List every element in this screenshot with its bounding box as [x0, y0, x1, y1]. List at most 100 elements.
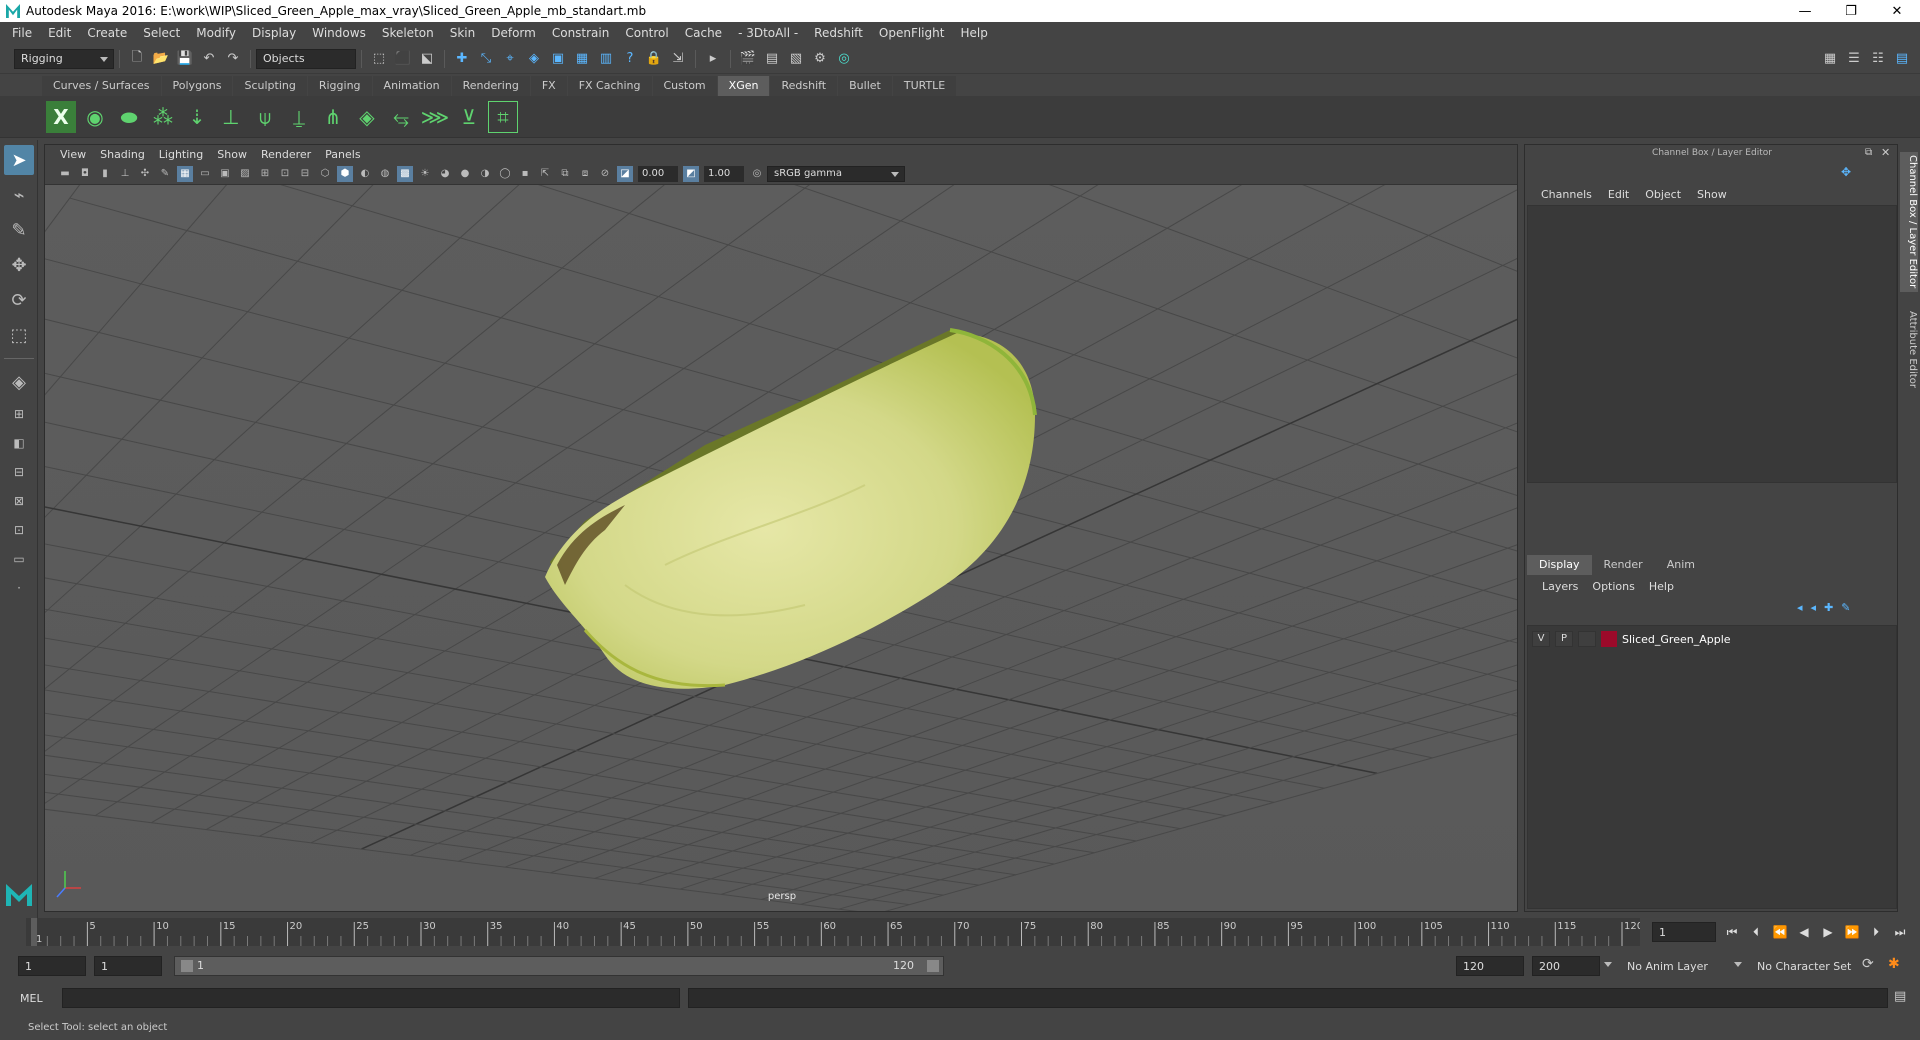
exposure-field[interactable]: 0.00	[638, 165, 678, 182]
viewport-menu-view[interactable]: View	[53, 148, 93, 161]
shelf-tab-custom[interactable]: Custom	[652, 76, 717, 96]
bookmark-icon[interactable]: ▮	[97, 166, 113, 182]
chevron-down-icon[interactable]	[1604, 962, 1612, 967]
selection-mode-dropdown[interactable]: Objects	[256, 48, 356, 69]
shelf-tab-fx-caching[interactable]: FX Caching	[567, 76, 652, 96]
minimize-button[interactable]: —	[1782, 0, 1828, 22]
xgen-groom-icon[interactable]: ⋙	[420, 101, 450, 133]
motion-blur-icon[interactable]: ●	[457, 166, 473, 182]
animation-preferences-icon[interactable]: ✱	[1888, 956, 1900, 972]
play-forwards-icon[interactable]: ▶	[1816, 920, 1840, 944]
camera-attributes-icon[interactable]: ◘	[77, 166, 93, 182]
menu-3dtoall[interactable]: - 3DtoAll -	[730, 22, 806, 44]
resolution-gate-icon[interactable]: ▣	[217, 166, 233, 182]
workspace-icon[interactable]: ▦	[1820, 49, 1840, 69]
layer-row[interactable]: V P Sliced_Green_Apple	[1532, 630, 1892, 648]
menu-skin[interactable]: Skin	[442, 22, 484, 44]
go-to-end-icon[interactable]: ⏭	[1888, 920, 1912, 944]
anim-layer-dropdown[interactable]: No Anim Layer	[1620, 956, 1740, 976]
xgen-preview-icon[interactable]: ◉	[80, 101, 110, 133]
field-chart-icon[interactable]: ⊞	[257, 166, 273, 182]
snap-help-icon[interactable]: ?	[620, 49, 640, 69]
grid-icon[interactable]: ▦	[177, 165, 193, 182]
viewport-menu-renderer[interactable]: Renderer	[254, 148, 318, 161]
menu-select[interactable]: Select	[135, 22, 188, 44]
current-frame-marker[interactable]	[31, 918, 37, 946]
snap-view-plane-icon[interactable]: ◈	[524, 49, 544, 69]
step-back-key-icon[interactable]: ⏪	[1768, 920, 1792, 944]
restore-button[interactable]: ❐	[1828, 0, 1874, 22]
side-tab-channel-box[interactable]: Channel Box / Layer Editor	[1900, 152, 1918, 292]
smooth-shade-icon[interactable]: ⬢	[337, 165, 353, 182]
xray-joints-icon[interactable]: ⧉	[557, 166, 573, 182]
new-layer-from-selection-icon[interactable]: ✎	[1841, 601, 1850, 614]
show-manipulator-icon[interactable]: ✥	[1841, 165, 1851, 179]
ipr-render-icon[interactable]: ▧	[786, 49, 806, 69]
go-to-start-icon[interactable]: ⏮	[1720, 920, 1744, 944]
menu-windows[interactable]: Windows	[304, 22, 374, 44]
range-start-handle[interactable]	[181, 960, 193, 972]
xgen-add-guide-icon[interactable]: ⁂	[148, 101, 178, 133]
scale-tool-icon[interactable]: ⬚	[4, 320, 34, 350]
xgen-description-icon[interactable]: ⬬	[114, 101, 144, 133]
select-by-component-icon[interactable]: ⬕	[417, 49, 437, 69]
shelf-tab-redshift[interactable]: Redshift	[770, 76, 838, 96]
xgen-toggle-icon[interactable]: ⌗	[488, 100, 518, 133]
step-forward-frame-icon[interactable]: ⏵	[1864, 920, 1888, 944]
channel-box-menu-show[interactable]: Show	[1689, 188, 1735, 201]
select-by-hierarchy-icon[interactable]: ⬚	[369, 49, 389, 69]
channel-box-toggle-icon[interactable]: ▤	[1892, 49, 1912, 69]
layer-color-swatch[interactable]	[1601, 631, 1617, 647]
menu-cache[interactable]: Cache	[677, 22, 730, 44]
layer-display-type-toggle[interactable]	[1578, 631, 1596, 647]
xgen-flatten-icon[interactable]: ⊻	[454, 101, 484, 133]
xgen-rotate-guide-icon[interactable]: ⍦	[250, 101, 280, 133]
new-layer-icon[interactable]: ✚	[1824, 601, 1833, 614]
color-management-icon[interactable]: ◎	[749, 166, 765, 182]
xray-icon[interactable]: ⇱	[537, 166, 553, 182]
more-layouts-icon[interactable]: ·	[4, 576, 34, 600]
select-by-object-icon[interactable]: ⬛	[393, 49, 413, 69]
close-button[interactable]: ✕	[1874, 0, 1920, 22]
shelf-tab-rendering[interactable]: Rendering	[451, 76, 530, 96]
two-d-pan-icon[interactable]: ✣	[137, 166, 153, 182]
gate-mask-icon[interactable]: ▨	[237, 166, 253, 182]
shelf-tab-sculpting[interactable]: Sculpting	[233, 76, 307, 96]
rotate-tool-icon[interactable]: ⟳	[4, 285, 34, 315]
step-forward-key-icon[interactable]: ⏩	[1840, 920, 1864, 944]
menu-deform[interactable]: Deform	[483, 22, 544, 44]
shelf-tab-rigging[interactable]: Rigging	[307, 76, 372, 96]
shelf-tab-curves-surfaces[interactable]: Curves / Surfaces	[42, 76, 161, 96]
move-layer-down-icon[interactable]: ◂	[1811, 601, 1817, 614]
menu-display[interactable]: Display	[244, 22, 304, 44]
attribute-editor-toggle-icon[interactable]: ☷	[1868, 49, 1888, 69]
menu-modify[interactable]: Modify	[188, 22, 244, 44]
layer-menu-help[interactable]: Help	[1642, 580, 1681, 593]
move-tool-icon[interactable]: ✥	[4, 250, 34, 280]
step-back-frame-icon[interactable]: ⏴	[1744, 920, 1768, 944]
menu-skeleton[interactable]: Skeleton	[374, 22, 442, 44]
playback-start-field[interactable]: 1	[94, 956, 162, 976]
multisample-icon[interactable]: ◑	[477, 166, 493, 182]
color-space-dropdown[interactable]: sRGB gamma	[767, 165, 905, 182]
single-perspective-layout-icon[interactable]: ◈	[4, 367, 34, 397]
playback-end-field[interactable]: 120	[1456, 956, 1524, 976]
exposure-icon[interactable]: ◪	[617, 165, 633, 182]
persp-outliner-layout-icon[interactable]: ◧	[4, 431, 34, 455]
modeling-toolkit-icon[interactable]: ☰	[1844, 49, 1864, 69]
layer-tab-display[interactable]: Display	[1527, 555, 1592, 575]
undo-icon[interactable]: ↶	[199, 49, 219, 69]
viewport-menu-show[interactable]: Show	[210, 148, 254, 161]
xgen-editor-icon[interactable]: X	[46, 100, 76, 133]
image-plane-icon[interactable]: ⊥	[117, 166, 133, 182]
snap-edge-icon[interactable]: ▥	[596, 49, 616, 69]
safe-action-icon[interactable]: ⊡	[277, 166, 293, 182]
uv-editor-layout-icon[interactable]: ⊡	[4, 518, 34, 542]
xgen-bend-guide-icon[interactable]: ⋔	[318, 101, 348, 133]
select-tool-icon[interactable]: ➤	[4, 145, 34, 175]
play-backwards-icon[interactable]: ◀	[1792, 920, 1816, 944]
four-view-layout-icon[interactable]: ⊞	[4, 402, 34, 426]
render-settings-icon[interactable]: ⚙	[810, 49, 830, 69]
script-editor-icon[interactable]: ▤	[1894, 989, 1906, 1004]
layer-menu-layers[interactable]: Layers	[1535, 580, 1585, 593]
